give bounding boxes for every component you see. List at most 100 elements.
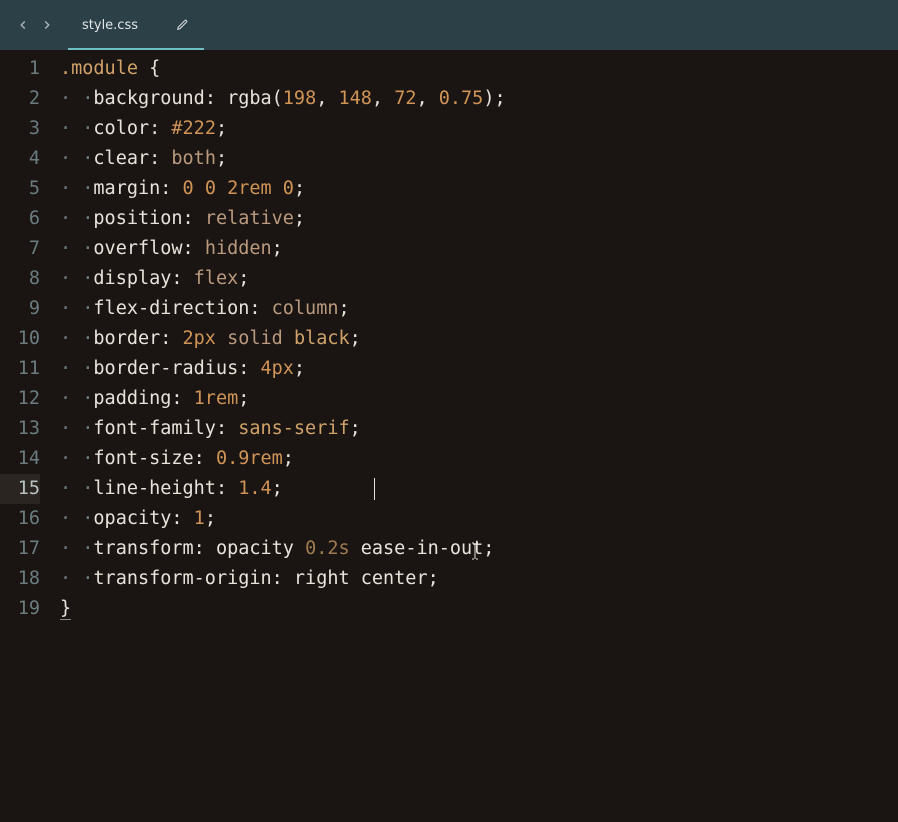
chevron-left-icon bbox=[16, 18, 30, 32]
code-token: column bbox=[272, 298, 339, 319]
text-caret bbox=[374, 478, 375, 500]
code-token: : bbox=[171, 268, 193, 289]
tab-modified-indicator[interactable] bbox=[176, 16, 190, 35]
code-token: : bbox=[272, 568, 294, 589]
line-number-gutter: 12345678910111213141516171819 bbox=[0, 50, 54, 822]
indent-guide: · bbox=[60, 268, 71, 289]
indent-guide: · bbox=[82, 328, 93, 349]
code-line[interactable]: · ·font-size: 0.9rem; bbox=[58, 444, 898, 474]
code-token: : bbox=[149, 118, 171, 139]
indent-guide: · bbox=[82, 508, 93, 529]
code-token bbox=[216, 178, 227, 199]
code-token: 148 bbox=[339, 88, 372, 109]
code-token: : bbox=[183, 238, 205, 259]
code-token: : bbox=[149, 148, 171, 169]
code-token: : bbox=[160, 178, 182, 199]
code-token: margin bbox=[93, 178, 160, 199]
line-number: 1 bbox=[0, 54, 40, 84]
code-token: : bbox=[194, 448, 216, 469]
code-line[interactable]: · ·opacity: 1; bbox=[58, 504, 898, 534]
indent-guide: · bbox=[60, 448, 71, 469]
nav-back-button[interactable] bbox=[12, 14, 34, 36]
code-token: : bbox=[194, 538, 216, 559]
code-line[interactable]: .module { bbox=[58, 54, 898, 84]
code-token: ; bbox=[216, 148, 227, 169]
code-token: : bbox=[160, 328, 182, 349]
code-line[interactable]: · ·position: relative; bbox=[58, 204, 898, 234]
code-token: transform bbox=[93, 538, 193, 559]
code-token: relative bbox=[205, 208, 294, 229]
code-line[interactable]: · ·display: flex; bbox=[58, 264, 898, 294]
code-token bbox=[138, 58, 149, 79]
code-token: { bbox=[149, 58, 160, 79]
indent-guide: · bbox=[60, 208, 71, 229]
code-token: padding bbox=[93, 388, 171, 409]
code-token: ; bbox=[294, 358, 305, 379]
code-token: flex bbox=[194, 268, 239, 289]
code-line[interactable]: · ·border-radius: 4px; bbox=[58, 354, 898, 384]
line-number: 8 bbox=[0, 264, 40, 294]
indent-guide: · bbox=[82, 298, 93, 319]
code-token: ; bbox=[272, 238, 283, 259]
tab-bar: style.css bbox=[0, 0, 898, 50]
line-number: 7 bbox=[0, 234, 40, 264]
line-number: 18 bbox=[0, 564, 40, 594]
indent-guide: · bbox=[60, 508, 71, 529]
code-line[interactable]: · ·transform-origin: right center; bbox=[58, 564, 898, 594]
code-token: both bbox=[171, 148, 216, 169]
code-token: display bbox=[93, 268, 171, 289]
chevron-right-icon bbox=[40, 18, 54, 32]
code-token: line-height bbox=[93, 478, 216, 499]
code-token: 0 bbox=[205, 178, 216, 199]
code-line[interactable]: · ·overflow: hidden; bbox=[58, 234, 898, 264]
code-line[interactable]: · ·font-family: sans-serif; bbox=[58, 414, 898, 444]
indent-guide: · bbox=[82, 538, 93, 559]
code-line[interactable]: · ·border: 2px solid black; bbox=[58, 324, 898, 354]
file-tab[interactable]: style.css bbox=[68, 0, 204, 50]
code-line[interactable]: · ·margin: 0 0 2rem 0; bbox=[58, 174, 898, 204]
line-number: 15 bbox=[0, 474, 40, 504]
code-token bbox=[272, 178, 283, 199]
pencil-icon bbox=[176, 17, 190, 31]
code-token: right center bbox=[294, 568, 428, 589]
code-token: ( bbox=[272, 88, 283, 109]
indent-guide: · bbox=[82, 238, 93, 259]
line-number: 2 bbox=[0, 84, 40, 114]
code-token: ; bbox=[294, 208, 305, 229]
code-token: 2px bbox=[183, 328, 216, 349]
line-number: 19 bbox=[0, 594, 40, 624]
code-token: opacity bbox=[216, 538, 305, 559]
code-token: 0 bbox=[183, 178, 194, 199]
code-token: 1 bbox=[194, 508, 205, 529]
line-number: 13 bbox=[0, 414, 40, 444]
code-line[interactable]: · ·color: #222; bbox=[58, 114, 898, 144]
code-token: .module bbox=[60, 58, 138, 79]
tab-title: style.css bbox=[82, 18, 138, 33]
indent-guide: · bbox=[60, 478, 71, 499]
nav-forward-button[interactable] bbox=[36, 14, 58, 36]
code-token: 0.9rem bbox=[216, 448, 283, 469]
code-token: position bbox=[93, 208, 182, 229]
code-line[interactable]: · ·transform: opacity 0.2s ease-in-out; bbox=[58, 534, 898, 564]
code-line[interactable]: · ·padding: 1rem; bbox=[58, 384, 898, 414]
indent-guide: · bbox=[82, 148, 93, 169]
code-token: border-radius bbox=[93, 358, 238, 379]
code-token: ; bbox=[238, 388, 249, 409]
code-token: rgba bbox=[227, 88, 272, 109]
code-line[interactable]: · ·clear: both; bbox=[58, 144, 898, 174]
line-number: 17 bbox=[0, 534, 40, 564]
code-token: : bbox=[216, 418, 238, 439]
indent-guide: · bbox=[82, 178, 93, 199]
code-line[interactable]: · ·line-height: 1.4; bbox=[58, 474, 898, 504]
code-editor[interactable]: 12345678910111213141516171819 .module {·… bbox=[0, 50, 898, 822]
code-line[interactable]: · ·flex-direction: column; bbox=[58, 294, 898, 324]
code-token: #222 bbox=[171, 118, 216, 139]
code-token: : bbox=[216, 478, 238, 499]
code-token: border bbox=[93, 328, 160, 349]
code-token: ; bbox=[350, 418, 361, 439]
code-line[interactable]: } bbox=[58, 594, 898, 624]
code-content[interactable]: .module {· ·background: rgba(198, 148, 7… bbox=[54, 50, 898, 822]
nav-arrows bbox=[8, 14, 62, 36]
code-token: ; bbox=[350, 328, 361, 349]
code-line[interactable]: · ·background: rgba(198, 148, 72, 0.75); bbox=[58, 84, 898, 114]
